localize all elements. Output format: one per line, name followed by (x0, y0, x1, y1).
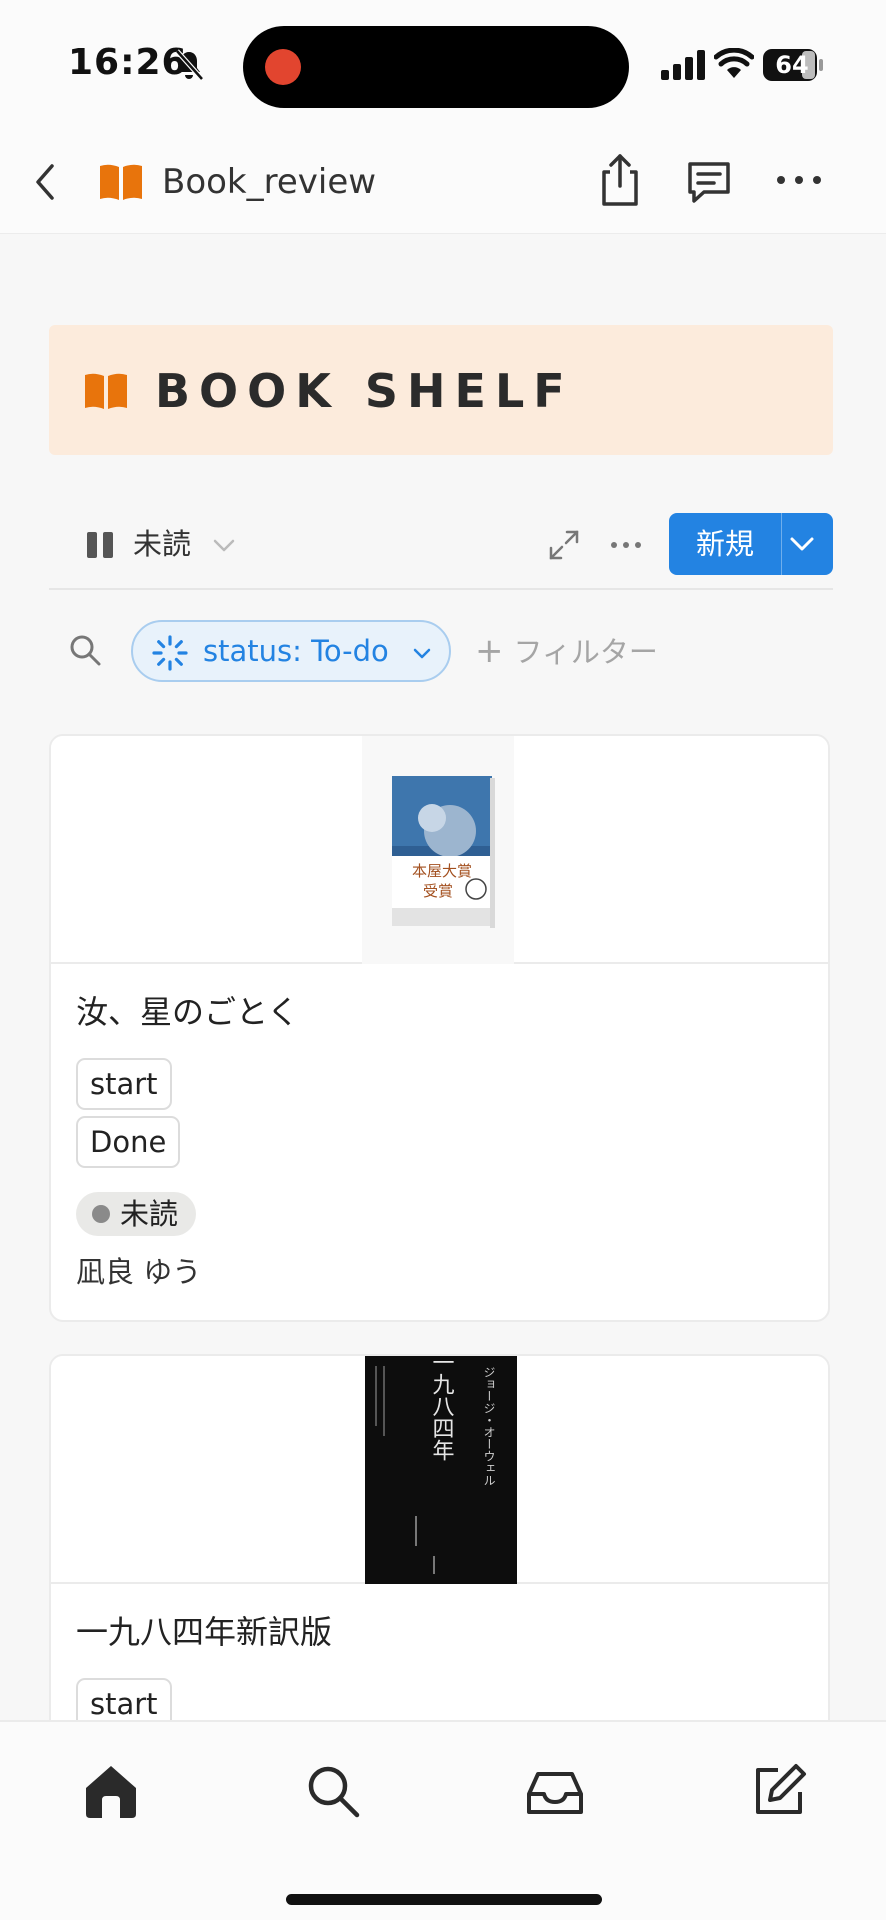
status-label: 未読 (120, 1197, 179, 1231)
database-toolbar: 未読 新規 (49, 508, 833, 590)
button-divider (781, 513, 782, 575)
add-filter-button[interactable]: + フィルター (475, 620, 658, 682)
comment-icon[interactable] (684, 158, 734, 206)
card-title: 一九八四年新訳版 (76, 1613, 333, 1651)
chevron-down-icon[interactable] (787, 530, 817, 558)
more-icon[interactable] (774, 168, 824, 192)
home-indicator (286, 1894, 602, 1905)
expand-icon[interactable] (547, 528, 581, 562)
new-button-label: 新規 (695, 527, 754, 561)
book-icon (85, 373, 127, 409)
page-title: Book_review (162, 162, 377, 202)
book-cover-image: 本屋大賞 受賞 (362, 736, 514, 964)
banner-title: BOOK SHELF (155, 364, 574, 418)
status-filter-chip[interactable]: status: To-do (131, 620, 451, 682)
book-icon (100, 164, 142, 200)
more-icon[interactable] (609, 536, 643, 554)
chevron-down-icon (413, 648, 431, 659)
page-banner: BOOK SHELF (49, 325, 833, 455)
search-icon[interactable] (302, 1760, 364, 1822)
filter-row: status: To-do + フィルター (49, 610, 833, 692)
plus-icon: + (475, 631, 504, 671)
in-progress-icon (152, 635, 188, 671)
chevron-down-icon[interactable] (211, 532, 237, 558)
compose-icon[interactable] (748, 1760, 810, 1822)
search-icon[interactable] (67, 632, 103, 668)
status-dot-icon (92, 1205, 110, 1223)
bell-slash-icon (175, 49, 204, 81)
cover-text: 本屋大賞 (412, 862, 472, 880)
cover-text: 受賞 (423, 882, 453, 900)
card-title: 汝、星のごとく (76, 993, 300, 1031)
cover-text: ジョージ・オーウェル (482, 1366, 496, 1486)
status-time: 16:26 (68, 42, 188, 83)
nav-bar: Book_review (0, 130, 886, 234)
status-filter-label: status: To-do (203, 634, 389, 668)
tag: Done (76, 1116, 181, 1168)
share-icon[interactable] (596, 152, 644, 208)
battery-level: 64 (775, 51, 809, 79)
board-view-icon (87, 532, 113, 558)
back-chevron-icon[interactable] (28, 160, 62, 204)
tab-bar (0, 1720, 886, 1920)
book-cover-image: 一九八四年 ジョージ・オーウェル (365, 1356, 517, 1584)
home-icon[interactable] (80, 1760, 142, 1822)
signal-icon (661, 50, 705, 80)
view-selector[interactable]: 未読 (133, 524, 191, 564)
add-filter-label: フィルター (513, 635, 658, 669)
card-cover: 本屋大賞 受賞 (51, 736, 828, 964)
wifi-icon (714, 48, 754, 78)
book-card[interactable]: 本屋大賞 受賞 汝、星のごとく start Done 未読 凪良 ゆう (49, 734, 830, 1322)
book-card[interactable]: 一九八四年 ジョージ・オーウェル 一九八四年新訳版 start (49, 1354, 830, 1734)
cover-text: 一九八四年 (429, 1356, 455, 1461)
tag: start (76, 1058, 172, 1110)
card-cover: 一九八四年 ジョージ・オーウェル (51, 1356, 828, 1584)
inbox-icon[interactable] (524, 1760, 586, 1822)
new-button[interactable]: 新規 (669, 513, 833, 575)
status-badge: 未読 (76, 1192, 197, 1236)
status-bar: 16:26 64 (0, 0, 886, 130)
card-author: 凪良 ゆう (76, 1255, 202, 1289)
recording-indicator-icon (265, 49, 301, 85)
